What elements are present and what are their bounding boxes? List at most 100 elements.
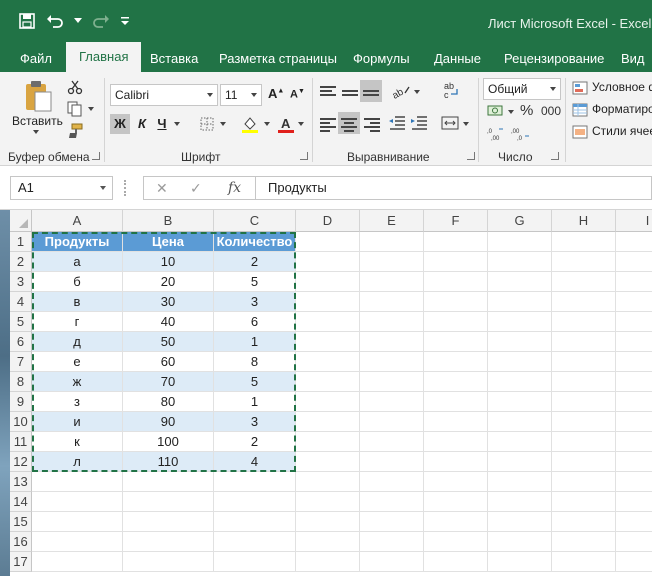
cell-h3[interactable] xyxy=(552,272,616,292)
cell-f1[interactable] xyxy=(424,232,488,252)
cell-h6[interactable] xyxy=(552,332,616,352)
format-as-table-button[interactable]: Форматиро xyxy=(592,102,652,116)
cell-d15[interactable] xyxy=(296,512,360,532)
spreadsheet-grid[interactable]: ABCDEFGHI 1 2 3 4 5 6 7 8 9 10 11 12 13 14 15 16 17 Прод… xyxy=(10,210,652,576)
cell-f4[interactable] xyxy=(424,292,488,312)
customize-qat-icon[interactable] xyxy=(120,12,130,30)
cell-c10[interactable]: 3 xyxy=(214,412,296,432)
cut-icon[interactable] xyxy=(66,78,84,96)
align-left-icon[interactable] xyxy=(320,118,336,132)
cell-d14[interactable] xyxy=(296,492,360,512)
cell-b9[interactable]: 80 xyxy=(123,392,214,412)
orientation-icon[interactable]: ab xyxy=(390,82,412,100)
cell-d12[interactable] xyxy=(296,452,360,472)
cell-h7[interactable] xyxy=(552,352,616,372)
cell-e13[interactable] xyxy=(360,472,424,492)
cell-g5[interactable] xyxy=(488,312,552,332)
cell-i2[interactable] xyxy=(616,252,652,272)
cell-a9[interactable]: з xyxy=(32,392,123,412)
cell-c17[interactable] xyxy=(214,552,296,572)
cell-b17[interactable] xyxy=(123,552,214,572)
cell-g7[interactable] xyxy=(488,352,552,372)
merge-center-icon[interactable] xyxy=(440,114,460,132)
cell-h12[interactable] xyxy=(552,452,616,472)
cell-f14[interactable] xyxy=(424,492,488,512)
cell-b12[interactable]: 110 xyxy=(123,452,214,472)
cell-d9[interactable] xyxy=(296,392,360,412)
column-header-a[interactable]: A xyxy=(32,210,123,232)
cell-b8[interactable]: 70 xyxy=(123,372,214,392)
row-header-3[interactable]: 3 xyxy=(10,272,32,292)
cell-f15[interactable] xyxy=(424,512,488,532)
cell-styles-button[interactable]: Стили ячеек xyxy=(592,124,652,138)
column-header-f[interactable]: F xyxy=(424,210,488,232)
cell-a13[interactable] xyxy=(32,472,123,492)
cell-b14[interactable] xyxy=(123,492,214,512)
cell-a7[interactable]: е xyxy=(32,352,123,372)
font-name-combo[interactable]: Calibri xyxy=(110,84,218,106)
column-header-g[interactable]: G xyxy=(488,210,552,232)
alignment-launcher-icon[interactable] xyxy=(467,152,475,160)
cell-i5[interactable] xyxy=(616,312,652,332)
cell-h10[interactable] xyxy=(552,412,616,432)
cell-c9[interactable]: 1 xyxy=(214,392,296,412)
borders-dropdown-icon[interactable] xyxy=(220,122,226,126)
cell-a12[interactable]: л xyxy=(32,452,123,472)
cell-c1[interactable]: Количество xyxy=(214,232,296,252)
row-header-6[interactable]: 6 xyxy=(10,332,32,352)
row-header-9[interactable]: 9 xyxy=(10,392,32,412)
cell-b16[interactable] xyxy=(123,532,214,552)
cell-a8[interactable]: ж xyxy=(32,372,123,392)
cell-e6[interactable] xyxy=(360,332,424,352)
cell-b10[interactable]: 90 xyxy=(123,412,214,432)
cell-d5[interactable] xyxy=(296,312,360,332)
cell-a15[interactable] xyxy=(32,512,123,532)
fill-color-dropdown-icon[interactable] xyxy=(264,122,270,126)
cell-a6[interactable]: д xyxy=(32,332,123,352)
percent-button[interactable]: % xyxy=(520,102,533,119)
cell-h15[interactable] xyxy=(552,512,616,532)
conditional-formatting-icon[interactable] xyxy=(571,80,589,96)
cell-f5[interactable] xyxy=(424,312,488,332)
cell-a4[interactable]: в xyxy=(32,292,123,312)
cell-g10[interactable] xyxy=(488,412,552,432)
cell-f10[interactable] xyxy=(424,412,488,432)
cell-a3[interactable]: б xyxy=(32,272,123,292)
cell-d1[interactable] xyxy=(296,232,360,252)
cell-b1[interactable]: Цена xyxy=(123,232,214,252)
cell-i6[interactable] xyxy=(616,332,652,352)
cell-b15[interactable] xyxy=(123,512,214,532)
cell-i11[interactable] xyxy=(616,432,652,452)
tab-home[interactable]: Главная xyxy=(66,42,142,72)
row-header-13[interactable]: 13 xyxy=(10,472,32,492)
cell-i12[interactable] xyxy=(616,452,652,472)
cell-h4[interactable] xyxy=(552,292,616,312)
cell-e5[interactable] xyxy=(360,312,424,332)
redo-icon[interactable] xyxy=(92,12,110,30)
row-header-2[interactable]: 2 xyxy=(10,252,32,272)
enter-icon[interactable]: ✓ xyxy=(190,180,202,197)
cell-h13[interactable] xyxy=(552,472,616,492)
cell-d3[interactable] xyxy=(296,272,360,292)
currency-icon[interactable] xyxy=(486,102,506,120)
column-header-c[interactable]: C xyxy=(214,210,296,232)
align-middle-icon[interactable] xyxy=(342,90,358,104)
cell-b6[interactable]: 50 xyxy=(123,332,214,352)
cell-e14[interactable] xyxy=(360,492,424,512)
cell-h1[interactable] xyxy=(552,232,616,252)
number-format-combo[interactable]: Общий xyxy=(483,78,561,100)
cell-d10[interactable] xyxy=(296,412,360,432)
cell-g3[interactable] xyxy=(488,272,552,292)
row-header-11[interactable]: 11 xyxy=(10,432,32,452)
tab-view[interactable]: Вид xyxy=(621,48,645,72)
cell-h14[interactable] xyxy=(552,492,616,512)
cell-f13[interactable] xyxy=(424,472,488,492)
cell-c12[interactable]: 4 xyxy=(214,452,296,472)
cell-f6[interactable] xyxy=(424,332,488,352)
cell-e12[interactable] xyxy=(360,452,424,472)
cell-i4[interactable] xyxy=(616,292,652,312)
cell-e10[interactable] xyxy=(360,412,424,432)
row-header-14[interactable]: 14 xyxy=(10,492,32,512)
cell-e17[interactable] xyxy=(360,552,424,572)
cell-d7[interactable] xyxy=(296,352,360,372)
